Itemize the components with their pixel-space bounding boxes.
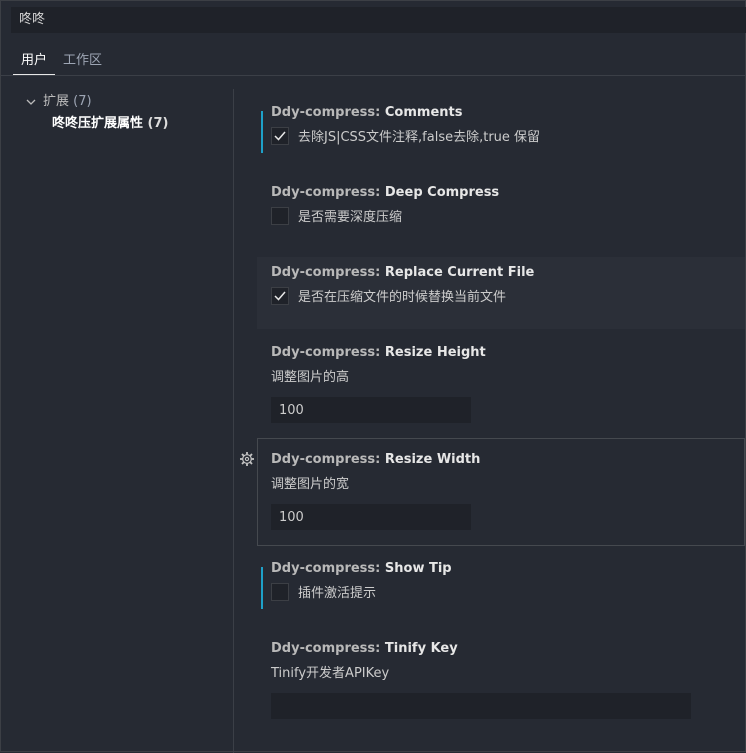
tab-workspace[interactable]: 工作区 [55, 43, 110, 75]
comments-checkbox[interactable] [271, 126, 289, 145]
setting-title: Ddy-compress: Replace Current File [271, 265, 535, 280]
setting-deep-compress: Ddy-compress: Deep Compress 是否需要深度压缩 [257, 183, 745, 257]
setting-title: Ddy-compress: Show Tip [271, 561, 452, 576]
setting-description: 去除JS|CSS文件注释,false去除,true 保留 [298, 130, 541, 145]
toc-leaf-count: (7) [147, 116, 169, 131]
setting-description: 是否在压缩文件的时候替换当前文件 [298, 290, 507, 305]
setting-title: Ddy-compress: Comments [271, 105, 463, 120]
settings-search-input[interactable]: 咚咚 [11, 7, 746, 33]
setting-description: Tinify开发者APIKey [271, 666, 390, 681]
setting-description: 插件激活提示 [298, 586, 377, 601]
sash-divider[interactable] [233, 89, 234, 753]
setting-replace-current-file: Ddy-compress: Replace Current File 是否在压缩… [257, 257, 745, 329]
toc-group-count: (7) [73, 94, 92, 109]
setting-resize-width: Ddy-compress: Resize Width 调整图片的宽 [240, 438, 745, 546]
setting-resize-height: Ddy-compress: Resize Height 调整图片的高 [257, 343, 745, 433]
toc-leaf-label: 咚咚压扩展属性 [52, 116, 144, 131]
tab-user[interactable]: 用户 [13, 43, 56, 75]
setting-title: Ddy-compress: Resize Height [271, 345, 486, 360]
modified-indicator [261, 111, 263, 153]
toc-group-label: 扩展 [43, 94, 70, 109]
deep-compress-checkbox[interactable] [271, 206, 289, 225]
chevron-down-icon [25, 96, 39, 108]
modified-indicator [261, 567, 263, 609]
gear-icon[interactable] [239, 451, 255, 467]
setting-title: Ddy-compress: Tinify Key [271, 641, 458, 656]
tabs-divider [1, 75, 745, 76]
toc-item-dongdong-compress[interactable]: 咚咚压扩展属性 (7) [25, 113, 168, 135]
resize-height-input[interactable] [271, 397, 471, 423]
setting-show-tip: Ddy-compress: Show Tip 插件激活提示 [257, 559, 745, 633]
setting-description: 调整图片的宽 [271, 477, 350, 492]
resize-width-input[interactable] [271, 504, 471, 530]
setting-comments: Ddy-compress: Comments 去除JS|CSS文件注释,fals… [257, 103, 745, 177]
toc-group-extensions[interactable]: 扩展 (7) [25, 91, 168, 113]
replace-current-file-checkbox[interactable] [271, 286, 289, 305]
setting-tinify-key: Ddy-compress: Tinify Key Tinify开发者APIKey [257, 639, 745, 729]
tinify-key-input[interactable] [271, 693, 691, 719]
setting-title: Ddy-compress: Resize Width [271, 452, 481, 467]
show-tip-checkbox[interactable] [271, 582, 289, 601]
settings-scope-tabs: 用户 工作区 [13, 43, 110, 75]
checkmark-icon [274, 131, 286, 141]
settings-toc-tree: 扩展 (7) 咚咚压扩展属性 (7) [25, 91, 168, 135]
setting-description: 调整图片的高 [271, 370, 350, 385]
setting-title: Ddy-compress: Deep Compress [271, 185, 500, 200]
setting-description: 是否需要深度压缩 [298, 210, 403, 225]
checkmark-icon [274, 291, 286, 301]
